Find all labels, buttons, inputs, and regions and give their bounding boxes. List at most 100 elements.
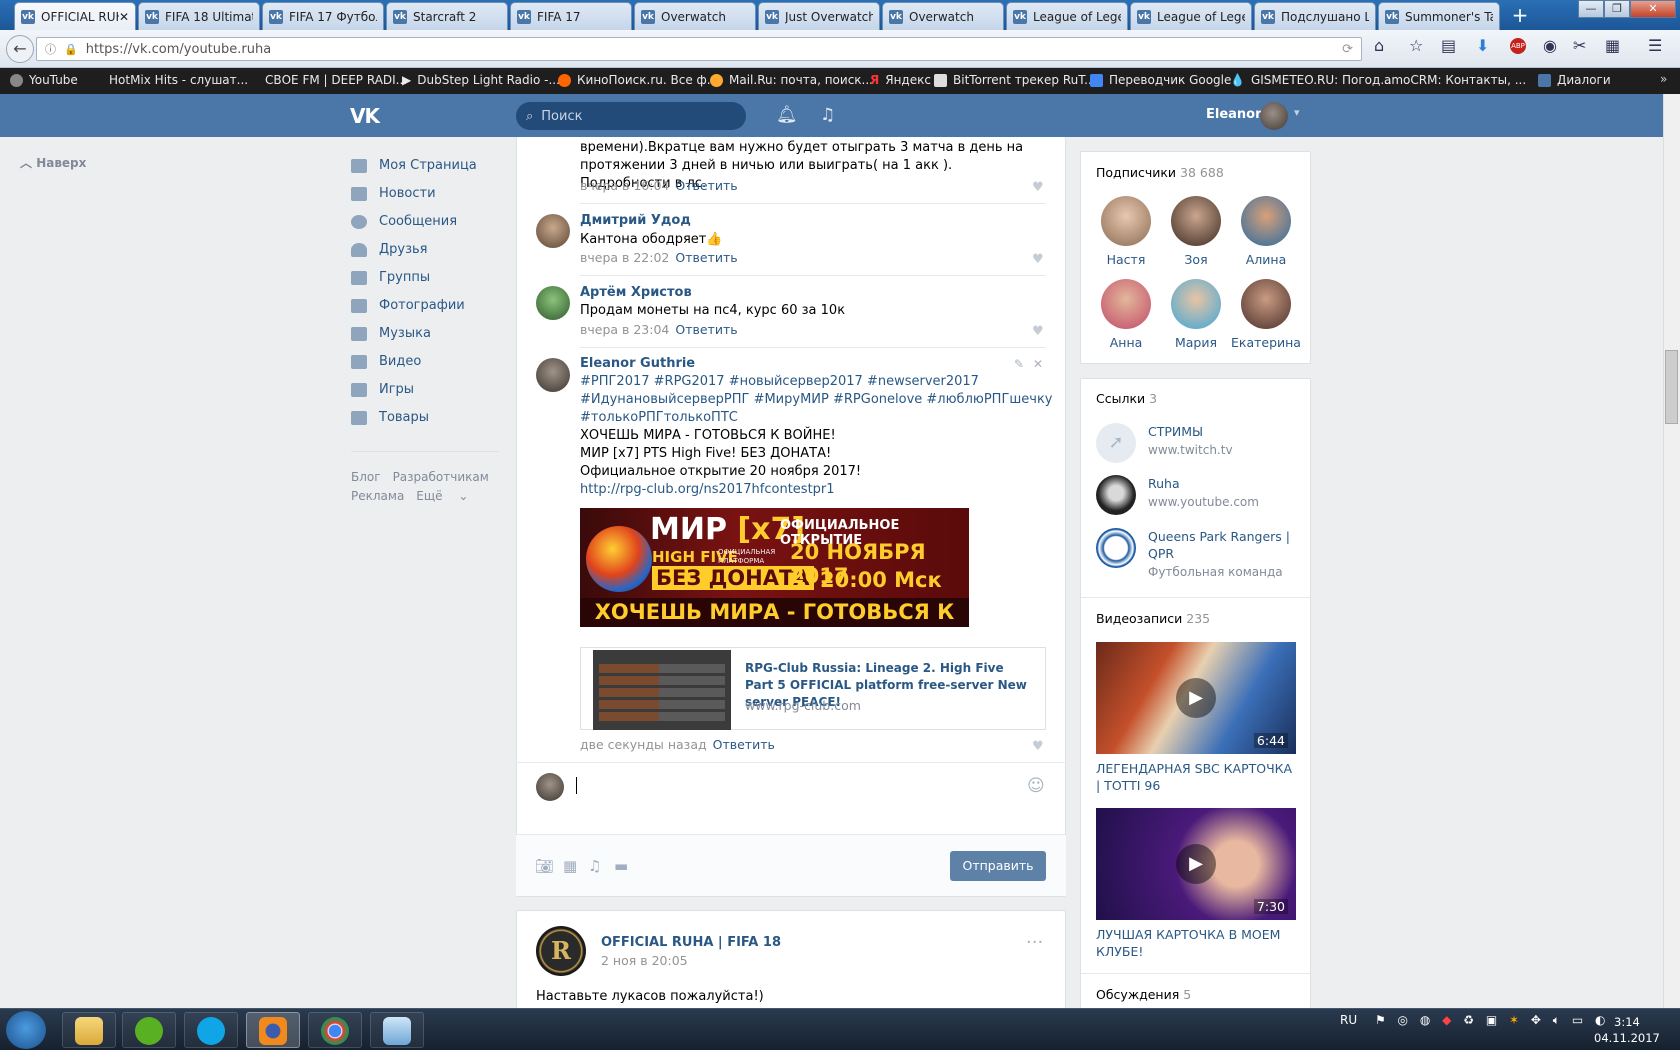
bookmark-gismeteo[interactable]: 💧 GISMETEO.RU: Погод... xyxy=(1230,73,1392,87)
tab-official-ruha[interactable]: vkOFFICIAL RUHA✕ xyxy=(14,2,136,30)
comment-time[interactable]: вчера в 16:04 xyxy=(580,178,669,193)
comment-hashtags[interactable]: #толькоРПГтолькоПТС xyxy=(580,409,738,427)
header-user-name[interactable]: Eleanor xyxy=(1206,107,1262,122)
bookmark-dubstep[interactable]: ▶ DubStep Light Radio -... xyxy=(402,73,560,87)
subscriber-item[interactable]: Мария xyxy=(1161,279,1231,350)
link-item-ruha[interactable]: Ruha www.youtube.com xyxy=(1096,475,1259,515)
comment-link[interactable]: http://rpg-club.org/ns2017hfcontestpr1 xyxy=(580,481,835,499)
reply-link[interactable]: Ответить xyxy=(675,250,737,265)
sidebar-item-music[interactable]: Музыка xyxy=(351,326,431,341)
tab-fifa17[interactable]: vk FIFA 17 xyxy=(510,2,632,30)
tray-app-icon[interactable]: ♻ xyxy=(1463,1013,1474,1027)
comment-avatar[interactable] xyxy=(536,286,570,320)
extension-icon[interactable]: ▦ xyxy=(1605,36,1620,55)
info-icon[interactable]: ⓘ xyxy=(45,41,56,57)
back-to-top-link[interactable]: ︿ Наверх xyxy=(20,154,86,171)
video-title[interactable]: ЛУЧШАЯ КАРТОЧКА В МОЕМ КЛУБЕ! xyxy=(1096,926,1296,960)
post-author-avatar[interactable]: R xyxy=(536,926,586,976)
tab-fifa18[interactable]: vkFIFA 18 Ultimate xyxy=(138,2,260,30)
bookmark-mailru[interactable]: Mail.Ru: почта, поиск... xyxy=(710,73,873,87)
document-icon[interactable]: ▬ xyxy=(614,857,628,875)
footer-more-link[interactable]: Ещё ⌄ xyxy=(416,489,468,503)
close-window-button[interactable]: ✕ xyxy=(1630,0,1676,18)
tab-starcraft2[interactable]: vk Starcraft 2 xyxy=(386,2,508,30)
reload-icon[interactable]: ⟳ xyxy=(1342,42,1353,57)
footer-ads-link[interactable]: Реклама xyxy=(351,489,404,503)
library-icon[interactable]: ▤ xyxy=(1441,36,1456,55)
video-thumbnail[interactable]: ▶ 6:44 xyxy=(1096,642,1296,754)
subscriber-item[interactable]: Екатерина xyxy=(1231,279,1301,350)
comment-author[interactable]: Артём Христов xyxy=(580,285,692,300)
video-thumbnail[interactable]: ▶ 7:30 xyxy=(1096,808,1296,920)
send-button[interactable]: Отправить xyxy=(950,851,1046,881)
post-author[interactable]: OFFICIAL RUHA | FIFA 18 xyxy=(601,935,781,950)
sidebar-item-my-page[interactable]: Моя Страница xyxy=(351,158,477,173)
tray-app-icon[interactable]: ✥ xyxy=(1531,1013,1541,1027)
footer-dev-link[interactable]: Разработчикам xyxy=(393,470,489,484)
tab-fifa17-football[interactable]: vk FIFA 17 Футбол xyxy=(262,2,384,30)
tab-just-overwatch[interactable]: vk Just Overwatch xyxy=(758,2,880,30)
download-icon[interactable]: ⬇ xyxy=(1476,36,1489,55)
tools-icon[interactable]: ✂ xyxy=(1573,36,1586,55)
music-icon[interactable]: ♫ xyxy=(820,105,835,125)
minimize-button[interactable]: — xyxy=(1578,0,1604,18)
scrollbar-thumb[interactable] xyxy=(1665,350,1678,424)
antivirus-icon[interactable]: ◆ xyxy=(1442,1013,1451,1027)
sidebar-item-video[interactable]: Видео xyxy=(351,354,421,369)
promo-banner-image[interactable]: МИР [x7] HIGH FIVE ОФИЦИАЛЬНАЯ ПЛАТФОРМА… xyxy=(580,508,969,627)
tab-podslushano[interactable]: vkПодслушано League xyxy=(1254,2,1376,30)
new-tab-button[interactable]: + xyxy=(1508,4,1532,26)
reply-link[interactable]: Ответить xyxy=(675,322,737,337)
taskbar-chrome[interactable] xyxy=(308,1012,362,1048)
subscribers-title[interactable]: Подписчики 38 688 xyxy=(1096,165,1224,180)
bookmarks-overflow-icon[interactable]: » xyxy=(1660,72,1667,86)
sidebar-item-goods[interactable]: Товары xyxy=(351,410,429,425)
like-heart-icon[interactable]: ♥ xyxy=(1032,252,1044,267)
taskbar-firefox[interactable] xyxy=(246,1012,300,1048)
tab-overwatch-2[interactable]: vk Overwatch xyxy=(882,2,1004,30)
subscriber-item[interactable]: Настя xyxy=(1091,196,1161,267)
comment-avatar[interactable] xyxy=(536,214,570,248)
comment-hashtags[interactable]: #ИдунановыйсерверРПГ #МируМИР #RPGonelov… xyxy=(580,391,1053,409)
like-heart-icon[interactable]: ♥ xyxy=(1032,180,1044,195)
bookmark-rutracker[interactable]: BitTorrent трекер RuT... xyxy=(934,73,1096,87)
sidebar-item-photos[interactable]: Фотографии xyxy=(351,298,465,313)
reply-link[interactable]: Ответить xyxy=(713,737,775,752)
tray-app-icon[interactable]: ✶ xyxy=(1509,1013,1519,1027)
link-preview-card[interactable]: RPG-Club Russia: Lineage 2. High Five Pa… xyxy=(580,647,1046,730)
film-icon[interactable]: ▦ xyxy=(563,857,577,875)
taskbar-skype[interactable] xyxy=(184,1012,238,1048)
discussions-title[interactable]: Обсуждения 5 xyxy=(1096,987,1191,1002)
tab-league-of-legends[interactable]: vkLeague of Legends xyxy=(1006,2,1128,30)
taskbar-explorer[interactable] xyxy=(62,1012,116,1048)
menu-hamburger-icon[interactable]: ☰ xyxy=(1648,36,1662,55)
delete-close-icon[interactable]: ✕ xyxy=(1033,357,1043,371)
edit-pencil-icon[interactable]: ✎ xyxy=(1014,357,1024,371)
network-icon[interactable]: ◎ xyxy=(1398,1013,1408,1027)
comment-time[interactable]: вчера в 22:02 xyxy=(580,250,669,265)
comment-avatar[interactable] xyxy=(536,358,570,392)
reply-link[interactable]: Ответить xyxy=(675,178,737,193)
bell-icon[interactable]: 🔔︎ xyxy=(776,105,798,125)
close-tab-icon[interactable]: ✕ xyxy=(119,10,129,24)
more-options-icon[interactable]: ··· xyxy=(1026,932,1043,953)
bookmark-youtube[interactable]: YouTube xyxy=(10,73,78,87)
search-input[interactable]: ⌕ Поиск xyxy=(516,102,746,130)
home-icon[interactable]: ⌂ xyxy=(1374,36,1384,55)
comment-input[interactable] xyxy=(576,772,1016,832)
volume-icon[interactable]: 🔈︎ xyxy=(1553,1013,1560,1027)
flag-icon[interactable]: ⚑ xyxy=(1375,1013,1386,1027)
bookmark-kinopoisk[interactable]: КиноПоиск.ru. Все ф... xyxy=(558,73,718,87)
link-item-streams[interactable]: ➚ СТРИМЫ www.twitch.tv xyxy=(1096,423,1233,463)
subscriber-item[interactable]: Алина xyxy=(1231,196,1301,267)
play-icon[interactable]: ▶ xyxy=(1176,678,1216,718)
clock[interactable]: 3:14 04.11.2017 xyxy=(1594,1014,1660,1046)
vk-logo[interactable]: VK xyxy=(350,104,380,128)
comment-time[interactable]: две секунды назад xyxy=(580,737,707,752)
back-button[interactable]: ← xyxy=(6,35,34,63)
maximize-button[interactable]: ❐ xyxy=(1604,0,1630,18)
footer-blog-link[interactable]: Блог xyxy=(351,470,381,484)
pocket-icon[interactable]: ◉ xyxy=(1543,36,1557,55)
videos-title[interactable]: Видеозаписи 235 xyxy=(1096,611,1210,626)
link-item-qpr[interactable]: Queens Park Rangers | QPR Футбольная кома… xyxy=(1096,528,1296,579)
